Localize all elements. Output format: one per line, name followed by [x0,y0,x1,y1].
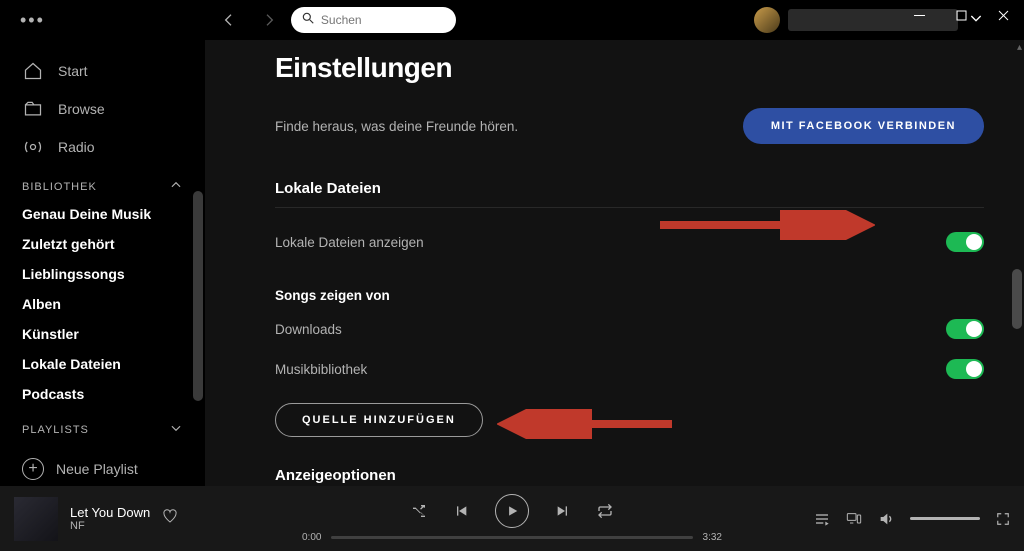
nav-back-button[interactable] [215,6,243,34]
show-local-files-label: Lokale Dateien anzeigen [275,235,424,250]
user-avatar[interactable] [754,7,780,33]
page-title: Einstellungen [275,52,984,84]
show-local-files-toggle[interactable] [946,232,984,252]
search-input[interactable] [321,13,446,27]
chevron-down-icon [169,421,183,438]
sidebar-item-label: Start [58,63,88,79]
sidebar: Start Browse Radio BIBLIOTHEK Genau Dein… [0,40,205,486]
library-item-lokale-dateien[interactable]: Lokale Dateien [0,349,205,379]
sidebar-section-label: BIBLIOTHEK [22,181,97,193]
chevron-up-icon [169,178,183,195]
queue-button[interactable] [814,511,830,527]
time-total: 3:32 [703,532,722,543]
home-icon [22,60,44,82]
sidebar-item-radio[interactable]: Radio [0,128,205,166]
add-source-button[interactable]: QUELLE HINZUFÜGEN [275,403,483,437]
next-button[interactable] [555,503,571,519]
sidebar-scrollbar-thumb[interactable] [193,191,203,401]
sidebar-section-library[interactable]: BIBLIOTHEK [0,166,205,199]
album-cover[interactable] [14,497,58,541]
play-button[interactable] [495,494,529,528]
facebook-description: Finde heraus, was deine Freunde hören. [275,119,518,134]
library-item-podcasts[interactable]: Podcasts [0,379,205,409]
show-local-files-row: Lokale Dateien anzeigen [275,208,984,262]
sidebar-item-start[interactable]: Start [0,52,205,90]
search-field[interactable] [291,7,456,33]
devices-button[interactable] [846,511,862,527]
sidebar-section-label: PLAYLISTS [22,424,89,436]
volume-slider[interactable] [910,517,980,520]
app-menu-dots[interactable]: ••• [20,10,45,31]
progress-bar[interactable] [331,536,692,539]
library-item-zuletzt-gehoert[interactable]: Zuletzt gehört [0,229,205,259]
source-musiclib-toggle[interactable] [946,359,984,379]
source-musiclib-label: Musikbibliothek [275,362,367,377]
scrollbar-up-icon[interactable]: ▴ [1017,42,1022,53]
fullscreen-button[interactable] [996,512,1010,526]
plus-icon: + [22,458,44,480]
library-item-alben[interactable]: Alben [0,289,205,319]
progress-bar-row: 0:00 3:32 [302,532,722,543]
like-button[interactable] [162,508,178,529]
library-item-genau-deine-musik[interactable]: Genau Deine Musik [0,199,205,229]
new-playlist-label: Neue Playlist [56,461,138,477]
sidebar-item-label: Browse [58,101,105,117]
source-downloads-row: Downloads [275,309,984,349]
connect-facebook-button[interactable]: MIT FACEBOOK VERBINDEN [743,108,984,144]
songs-from-header: Songs zeigen von [275,288,984,303]
player-bar: Let You Down NF 0:00 3:32 [0,486,1024,551]
source-musiclib-row: Musikbibliothek [275,349,984,389]
source-downloads-toggle[interactable] [946,319,984,339]
section-display-options: Anzeigeoptionen [275,467,984,484]
main-scrollbar-thumb[interactable] [1012,269,1022,329]
browse-icon [22,98,44,120]
track-title[interactable]: Let You Down [70,505,150,520]
library-item-lieblingssongs[interactable]: Lieblingssongs [0,259,205,289]
section-local-files: Lokale Dateien [275,180,984,208]
window-close-button[interactable] [982,0,1024,30]
shuffle-button[interactable] [411,503,427,519]
nav-forward-button[interactable] [255,6,283,34]
window-minimize-button[interactable] [898,0,940,30]
sidebar-item-label: Radio [58,139,95,155]
previous-button[interactable] [453,503,469,519]
time-current: 0:00 [302,532,321,543]
volume-button[interactable] [878,511,894,527]
now-playing: Let You Down NF [14,497,274,541]
settings-panel: Einstellungen Finde heraus, was deine Fr… [205,40,1024,486]
facebook-row: Finde heraus, was deine Freunde hören. M… [275,98,984,154]
library-item-kuenstler[interactable]: Künstler [0,319,205,349]
player-center-controls: 0:00 3:32 [302,494,722,543]
search-icon [301,11,315,30]
radio-icon [22,136,44,158]
repeat-button[interactable] [597,503,613,519]
sidebar-item-browse[interactable]: Browse [0,90,205,128]
titlebar: ••• [0,0,1024,40]
track-artist[interactable]: NF [70,520,150,532]
source-downloads-label: Downloads [275,322,342,337]
player-right-controls [814,511,1010,527]
window-maximize-button[interactable] [940,0,982,30]
main-scrollbar[interactable]: ▴ [1010,40,1024,486]
sidebar-section-playlists[interactable]: PLAYLISTS [0,409,205,442]
